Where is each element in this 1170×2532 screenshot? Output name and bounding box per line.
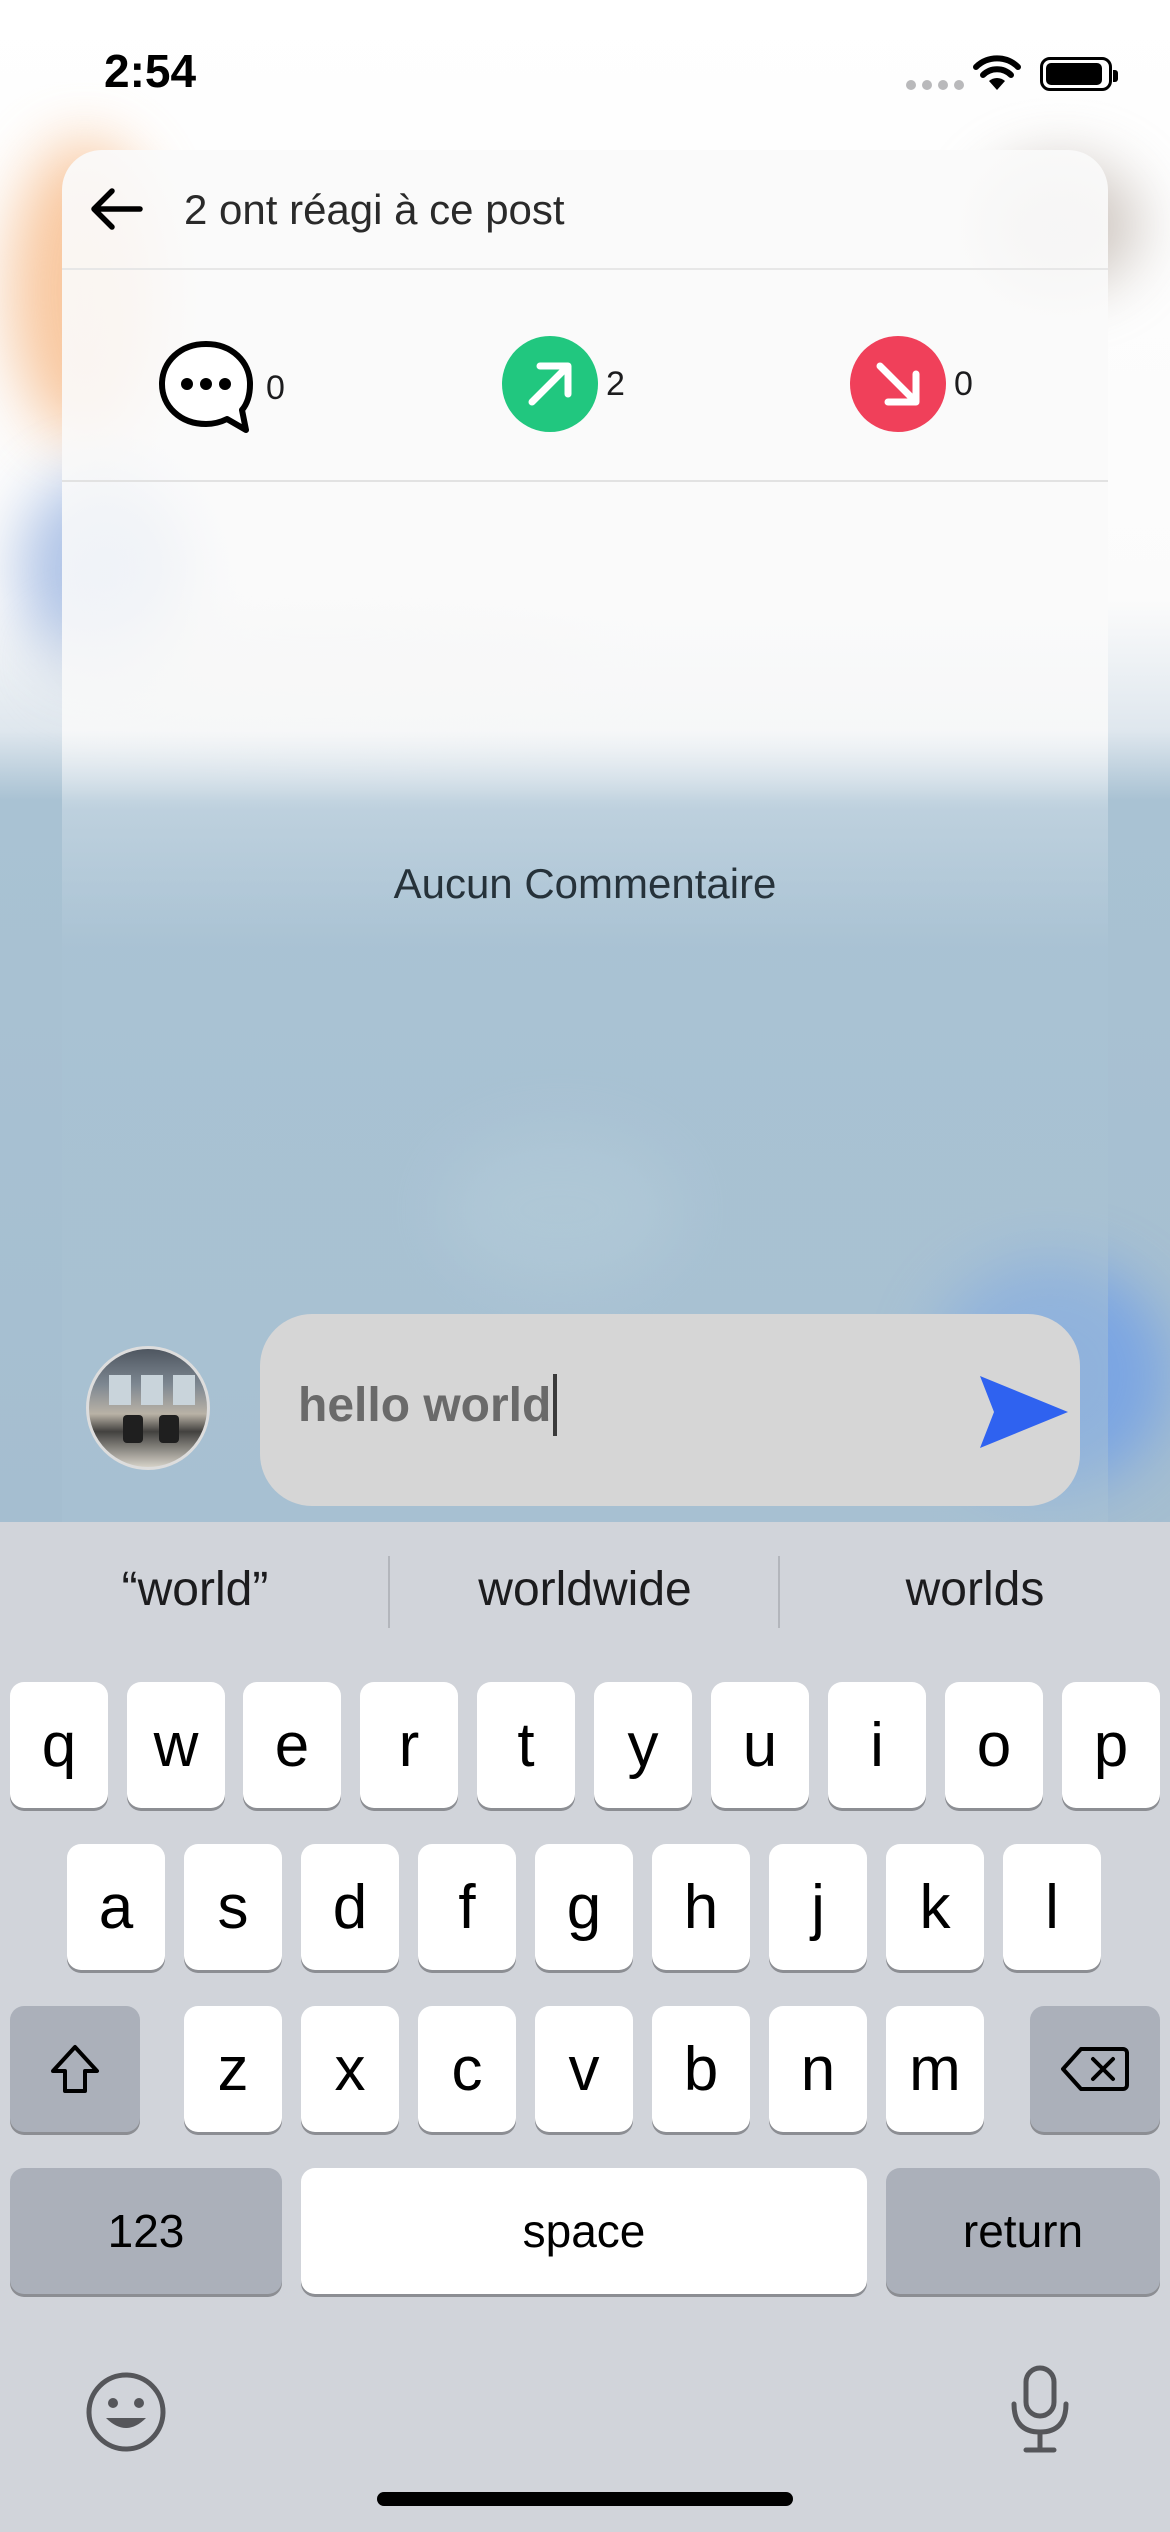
suggestion-1[interactable]: “world”	[0, 1552, 390, 1628]
comment-input[interactable]: hello world	[260, 1314, 1080, 1506]
emoji-icon[interactable]	[84, 2370, 168, 2454]
key-e[interactable]: e	[243, 1682, 341, 1808]
upvote-count[interactable]: 2	[502, 336, 625, 432]
key-d[interactable]: d	[301, 1844, 399, 1970]
avatar	[86, 1346, 210, 1470]
key-l[interactable]: l	[1003, 1844, 1101, 1970]
shift-icon	[51, 2045, 99, 2093]
key-c[interactable]: c	[418, 2006, 516, 2132]
arrow-down-right-icon	[850, 336, 946, 432]
key-s[interactable]: s	[184, 1844, 282, 1970]
key-i[interactable]: i	[828, 1682, 926, 1808]
cellular-dots-icon	[906, 80, 964, 90]
comment-input-value: hello world	[298, 1378, 552, 1432]
downvote-count[interactable]: 0	[850, 336, 973, 432]
key-k[interactable]: k	[886, 1844, 984, 1970]
return-key[interactable]: return	[886, 2168, 1160, 2294]
space-key[interactable]: space	[301, 2168, 867, 2294]
home-indicator[interactable]	[377, 2492, 793, 2506]
key-t[interactable]: t	[477, 1682, 575, 1808]
key-r[interactable]: r	[360, 1682, 458, 1808]
delete-icon	[1061, 2047, 1129, 2091]
arrow-up-right-icon	[502, 336, 598, 432]
wifi-icon	[973, 55, 1021, 90]
send-icon[interactable]	[976, 1370, 1072, 1454]
suggestion-3[interactable]: worlds	[780, 1552, 1170, 1628]
status-bar: 2:54	[0, 0, 1170, 150]
key-o[interactable]: o	[945, 1682, 1043, 1808]
suggestion-2[interactable]: worldwide	[390, 1552, 780, 1628]
battery-icon	[1040, 57, 1118, 91]
empty-comments-text: Aucun Commentaire	[393, 860, 777, 907]
delete-key[interactable]	[1030, 2006, 1160, 2132]
key-f[interactable]: f	[418, 1844, 516, 1970]
shift-key[interactable]	[10, 2006, 140, 2132]
key-z[interactable]: z	[184, 2006, 282, 2132]
key-n[interactable]: n	[769, 2006, 867, 2132]
key-h[interactable]: h	[652, 1844, 750, 1970]
downvote-count-value: 0	[954, 364, 973, 403]
key-w[interactable]: w	[127, 1682, 225, 1808]
key-u[interactable]: u	[711, 1682, 809, 1808]
comments-count[interactable]: 0	[154, 336, 285, 440]
sheet-header: 2 ont réagi à ce post	[62, 150, 1108, 270]
key-a[interactable]: a	[67, 1844, 165, 1970]
key-m[interactable]: m	[886, 2006, 984, 2132]
keyboard: “world” worldwide worlds q w e r t y u i…	[0, 1522, 1170, 2532]
suggestion-bar: “world” worldwide worlds	[0, 1552, 1170, 1632]
key-b[interactable]: b	[652, 2006, 750, 2132]
key-v[interactable]: v	[535, 2006, 633, 2132]
numbers-key[interactable]: 123	[10, 2168, 282, 2294]
key-g[interactable]: g	[535, 1844, 633, 1970]
reaction-counts: 0 2 0	[62, 272, 1108, 482]
comments-count-value: 0	[266, 368, 285, 407]
key-p[interactable]: p	[1062, 1682, 1160, 1808]
upvote-count-value: 2	[606, 364, 625, 403]
text-caret	[553, 1374, 558, 1436]
status-time: 2:54	[104, 45, 197, 97]
key-x[interactable]: x	[301, 2006, 399, 2132]
page-title: 2 ont réagi à ce post	[184, 186, 565, 233]
microphone-icon[interactable]	[1008, 2364, 1072, 2456]
reactions-sheet: 2 ont réagi à ce post 0 2 0 Aucun Commen…	[62, 150, 1108, 1522]
key-y[interactable]: y	[594, 1682, 692, 1808]
key-q[interactable]: q	[10, 1682, 108, 1808]
comment-bubble-icon	[159, 341, 253, 433]
key-j[interactable]: j	[769, 1844, 867, 1970]
arrow-left-icon[interactable]	[86, 184, 146, 234]
